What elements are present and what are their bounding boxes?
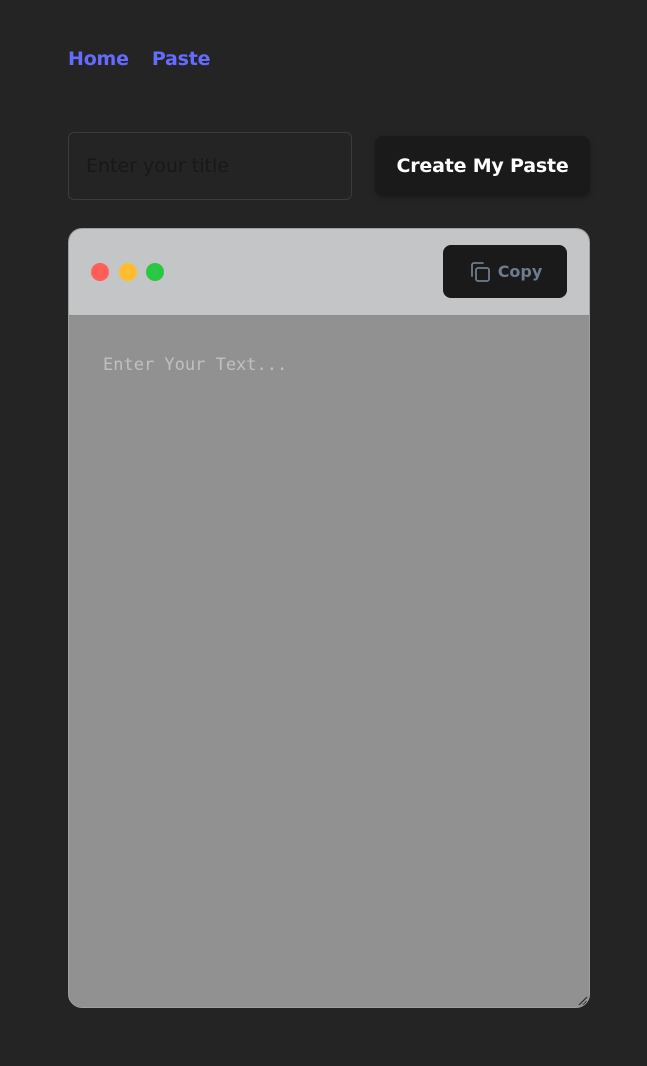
nav-link-paste[interactable]: Paste [152,48,211,70]
copy-button-label: Copy [497,262,543,281]
paste-text-area[interactable] [69,317,589,1007]
copy-button[interactable]: Copy [443,245,567,298]
title-input[interactable] [68,132,352,200]
window-close-dot [91,263,109,281]
nav-link-home[interactable]: Home [68,48,129,70]
editor-header: Copy [69,229,589,316]
copy-icon [470,261,490,282]
window-maximize-dot [146,263,164,281]
window-minimize-dot [119,263,137,281]
top-nav: Home Paste [68,48,211,70]
resize-grip-icon[interactable] [576,994,588,1006]
paste-editor: Copy [68,228,590,1008]
create-paste-button[interactable]: Create My Paste [375,136,590,196]
